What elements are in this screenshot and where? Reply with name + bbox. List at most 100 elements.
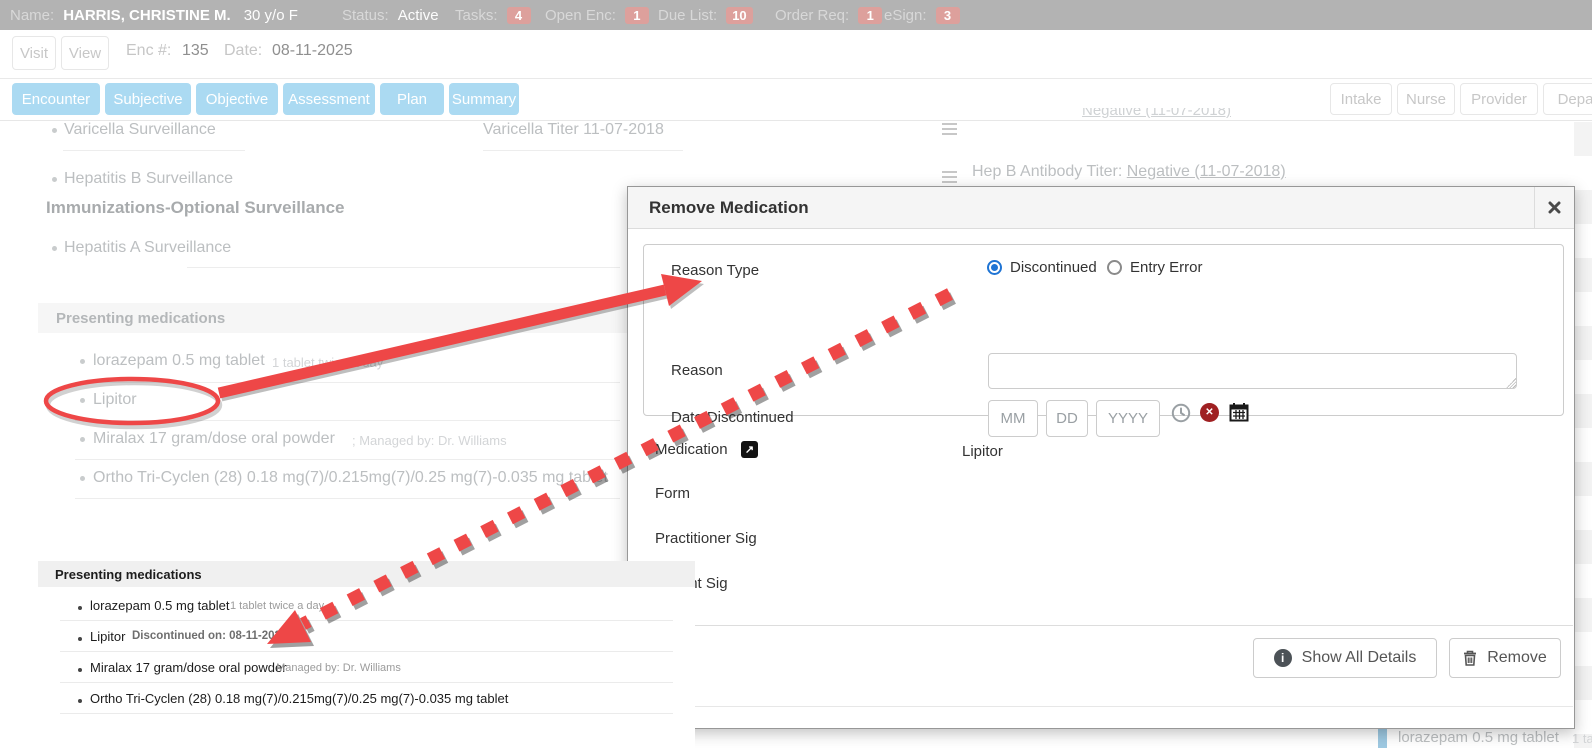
modal-header: Remove Medication — [628, 187, 1574, 229]
bullet — [78, 637, 82, 641]
tab-nurse[interactable]: Nurse — [1397, 83, 1455, 115]
age-sex: 30 y/o F — [244, 7, 298, 24]
row-divider — [60, 651, 673, 652]
list-icon[interactable] — [942, 171, 957, 184]
tasks-group[interactable]: Tasks: 4 — [455, 0, 531, 30]
modal-bottom-divider — [629, 706, 1573, 707]
open-enc-group[interactable]: Open Enc: 1 — [545, 0, 649, 30]
info-icon: i — [1274, 649, 1292, 667]
presenting-medications-inset-panel: Presenting medications lorazepam 0.5 mg … — [38, 561, 695, 748]
due-list-badge[interactable]: 10 — [726, 7, 752, 24]
hep-b-titer-link[interactable]: Negative (11-07-2018) — [1127, 163, 1286, 180]
status-group: Status: Active — [342, 0, 439, 30]
tab-subjective[interactable]: Subjective — [105, 83, 191, 115]
enc-number-label: Enc #: — [126, 42, 171, 60]
inset-med-name: Ortho Tri-Cyclen (28) 0.18 mg(7)/0.215mg… — [90, 691, 508, 706]
med-item-name: lorazepam 0.5 mg tablet — [93, 352, 265, 370]
med-item-name: Miralax 17 gram/dose oral powder — [93, 430, 335, 448]
due-list-group[interactable]: Due List: 10 — [658, 0, 753, 30]
practitioner-sig-label: Practitioner Sig — [655, 530, 757, 547]
form-label: Form — [655, 485, 690, 502]
radio-entry-error-label[interactable]: Entry Error — [1130, 259, 1203, 276]
bullet — [78, 668, 82, 672]
surveillance-item-hep-a: Hepatitis A Surveillance — [64, 239, 231, 257]
show-all-details-label: Show All Details — [1302, 649, 1417, 667]
clear-date-icon[interactable]: ✕ — [1200, 403, 1219, 422]
surveillance-item-varicella: Varicella Surveillance — [64, 121, 216, 139]
screen: Name: HARRIS, CHRISTINE M. 30 y/o F Stat… — [0, 0, 1592, 748]
name-value: HARRIS, CHRISTINE M. — [63, 7, 231, 24]
visit-tab[interactable]: Visit — [12, 36, 56, 70]
med-item-note: ; Managed by: Dr. Williams — [352, 433, 507, 448]
tab-department[interactable]: Depar — [1543, 83, 1592, 115]
date-yyyy-input[interactable] — [1096, 400, 1160, 437]
order-req-group[interactable]: Order Req: 1 — [775, 0, 882, 30]
order-req-badge[interactable]: 1 — [858, 7, 882, 24]
inset-med-name: lorazepam 0.5 mg tablet — [90, 598, 229, 613]
clipped-result-link[interactable]: Negative (11-07-2018) — [1082, 108, 1238, 122]
status-label: Status: — [342, 7, 389, 24]
row-divider — [60, 682, 673, 683]
tab-plan[interactable]: Plan — [380, 83, 444, 115]
due-list-label: Due List: — [658, 7, 717, 24]
tasks-label: Tasks: — [455, 7, 498, 24]
tab-intake[interactable]: Intake — [1330, 83, 1392, 115]
modal-footer-divider — [629, 625, 1573, 626]
bullet — [80, 398, 85, 403]
med-item-note: 1 tablet twice a day — [272, 355, 383, 370]
bullet — [78, 699, 82, 703]
bullet — [80, 437, 85, 442]
radio-entry-error[interactable] — [1107, 260, 1122, 275]
bullet — [52, 128, 57, 133]
reason-input[interactable] — [988, 353, 1517, 389]
tab-assessment[interactable]: Assessment — [283, 83, 375, 115]
radio-discontinued-label[interactable]: Discontinued — [1010, 259, 1097, 276]
name-label: Name: — [10, 7, 54, 24]
selected-row-accent-bar — [1378, 729, 1387, 748]
view-tab[interactable]: View — [61, 36, 109, 70]
esign-group[interactable]: eSign: 3 — [884, 0, 960, 30]
tab-encounter[interactable]: Encounter — [12, 83, 100, 115]
esign-label: eSign: — [884, 7, 927, 24]
calendar-icon[interactable] — [1229, 402, 1249, 422]
tabbar-divider — [0, 120, 1592, 121]
date-discontinued-label: Date Discontinued — [671, 409, 794, 426]
reason-type-label: Reason Type — [671, 262, 759, 279]
date-mm-input[interactable] — [988, 400, 1038, 437]
esign-badge[interactable]: 3 — [936, 7, 960, 24]
status-value: Active — [398, 7, 439, 24]
med-item-name-lipitor: Lipitor — [93, 391, 137, 409]
date-dd-input[interactable] — [1046, 400, 1088, 437]
tab-provider[interactable]: Provider — [1460, 83, 1538, 115]
bullet — [80, 476, 85, 481]
radio-discontinued[interactable] — [987, 260, 1002, 275]
bullet — [80, 359, 85, 364]
hep-b-titer-label: Hep B Antibody Titer: — [972, 163, 1127, 180]
presenting-medications-header-faded: Presenting medications — [38, 303, 645, 333]
med-item-name: Ortho Tri-Cyclen (28) 0.18 mg(7)/0.215mg… — [93, 469, 608, 487]
tab-objective[interactable]: Objective — [196, 83, 278, 115]
external-link-icon[interactable]: ↗ — [741, 441, 758, 458]
enc-date-label: Date: — [224, 42, 262, 60]
patient-name: Name: HARRIS, CHRISTINE M. 30 y/o F — [10, 0, 298, 30]
bullet — [52, 246, 57, 251]
varicella-titer-value: Varicella Titer 11-07-2018 — [483, 121, 664, 139]
tasks-badge[interactable]: 4 — [507, 7, 531, 24]
inset-med-note: ; Managed by: Dr. Williams — [270, 662, 401, 674]
surveillance-item-hep-b: Hepatitis B Surveillance — [64, 170, 233, 188]
close-icon — [1548, 201, 1561, 214]
remove-label: Remove — [1487, 649, 1547, 667]
show-all-details-button[interactable]: i Show All Details — [1253, 638, 1437, 678]
discontinued-status-badge: Discontinued on: 08-11-2025 — [132, 630, 287, 642]
medication-label: Medication — [655, 441, 728, 458]
modal-close-button[interactable] — [1534, 187, 1574, 228]
clock-icon[interactable] — [1171, 403, 1191, 423]
list-icon[interactable] — [942, 123, 957, 136]
remove-button[interactable]: Remove — [1449, 638, 1561, 678]
open-enc-label: Open Enc: — [545, 7, 616, 24]
tab-summary[interactable]: Summary — [449, 83, 519, 115]
reason-fieldset: Reason Type Discontinued Entry Error Rea… — [643, 244, 1564, 416]
background-table-stripes — [1574, 122, 1592, 748]
open-enc-badge[interactable]: 1 — [625, 7, 649, 24]
hep-b-titer-row: Hep B Antibody Titer: Negative (11-07-20… — [972, 163, 1286, 181]
